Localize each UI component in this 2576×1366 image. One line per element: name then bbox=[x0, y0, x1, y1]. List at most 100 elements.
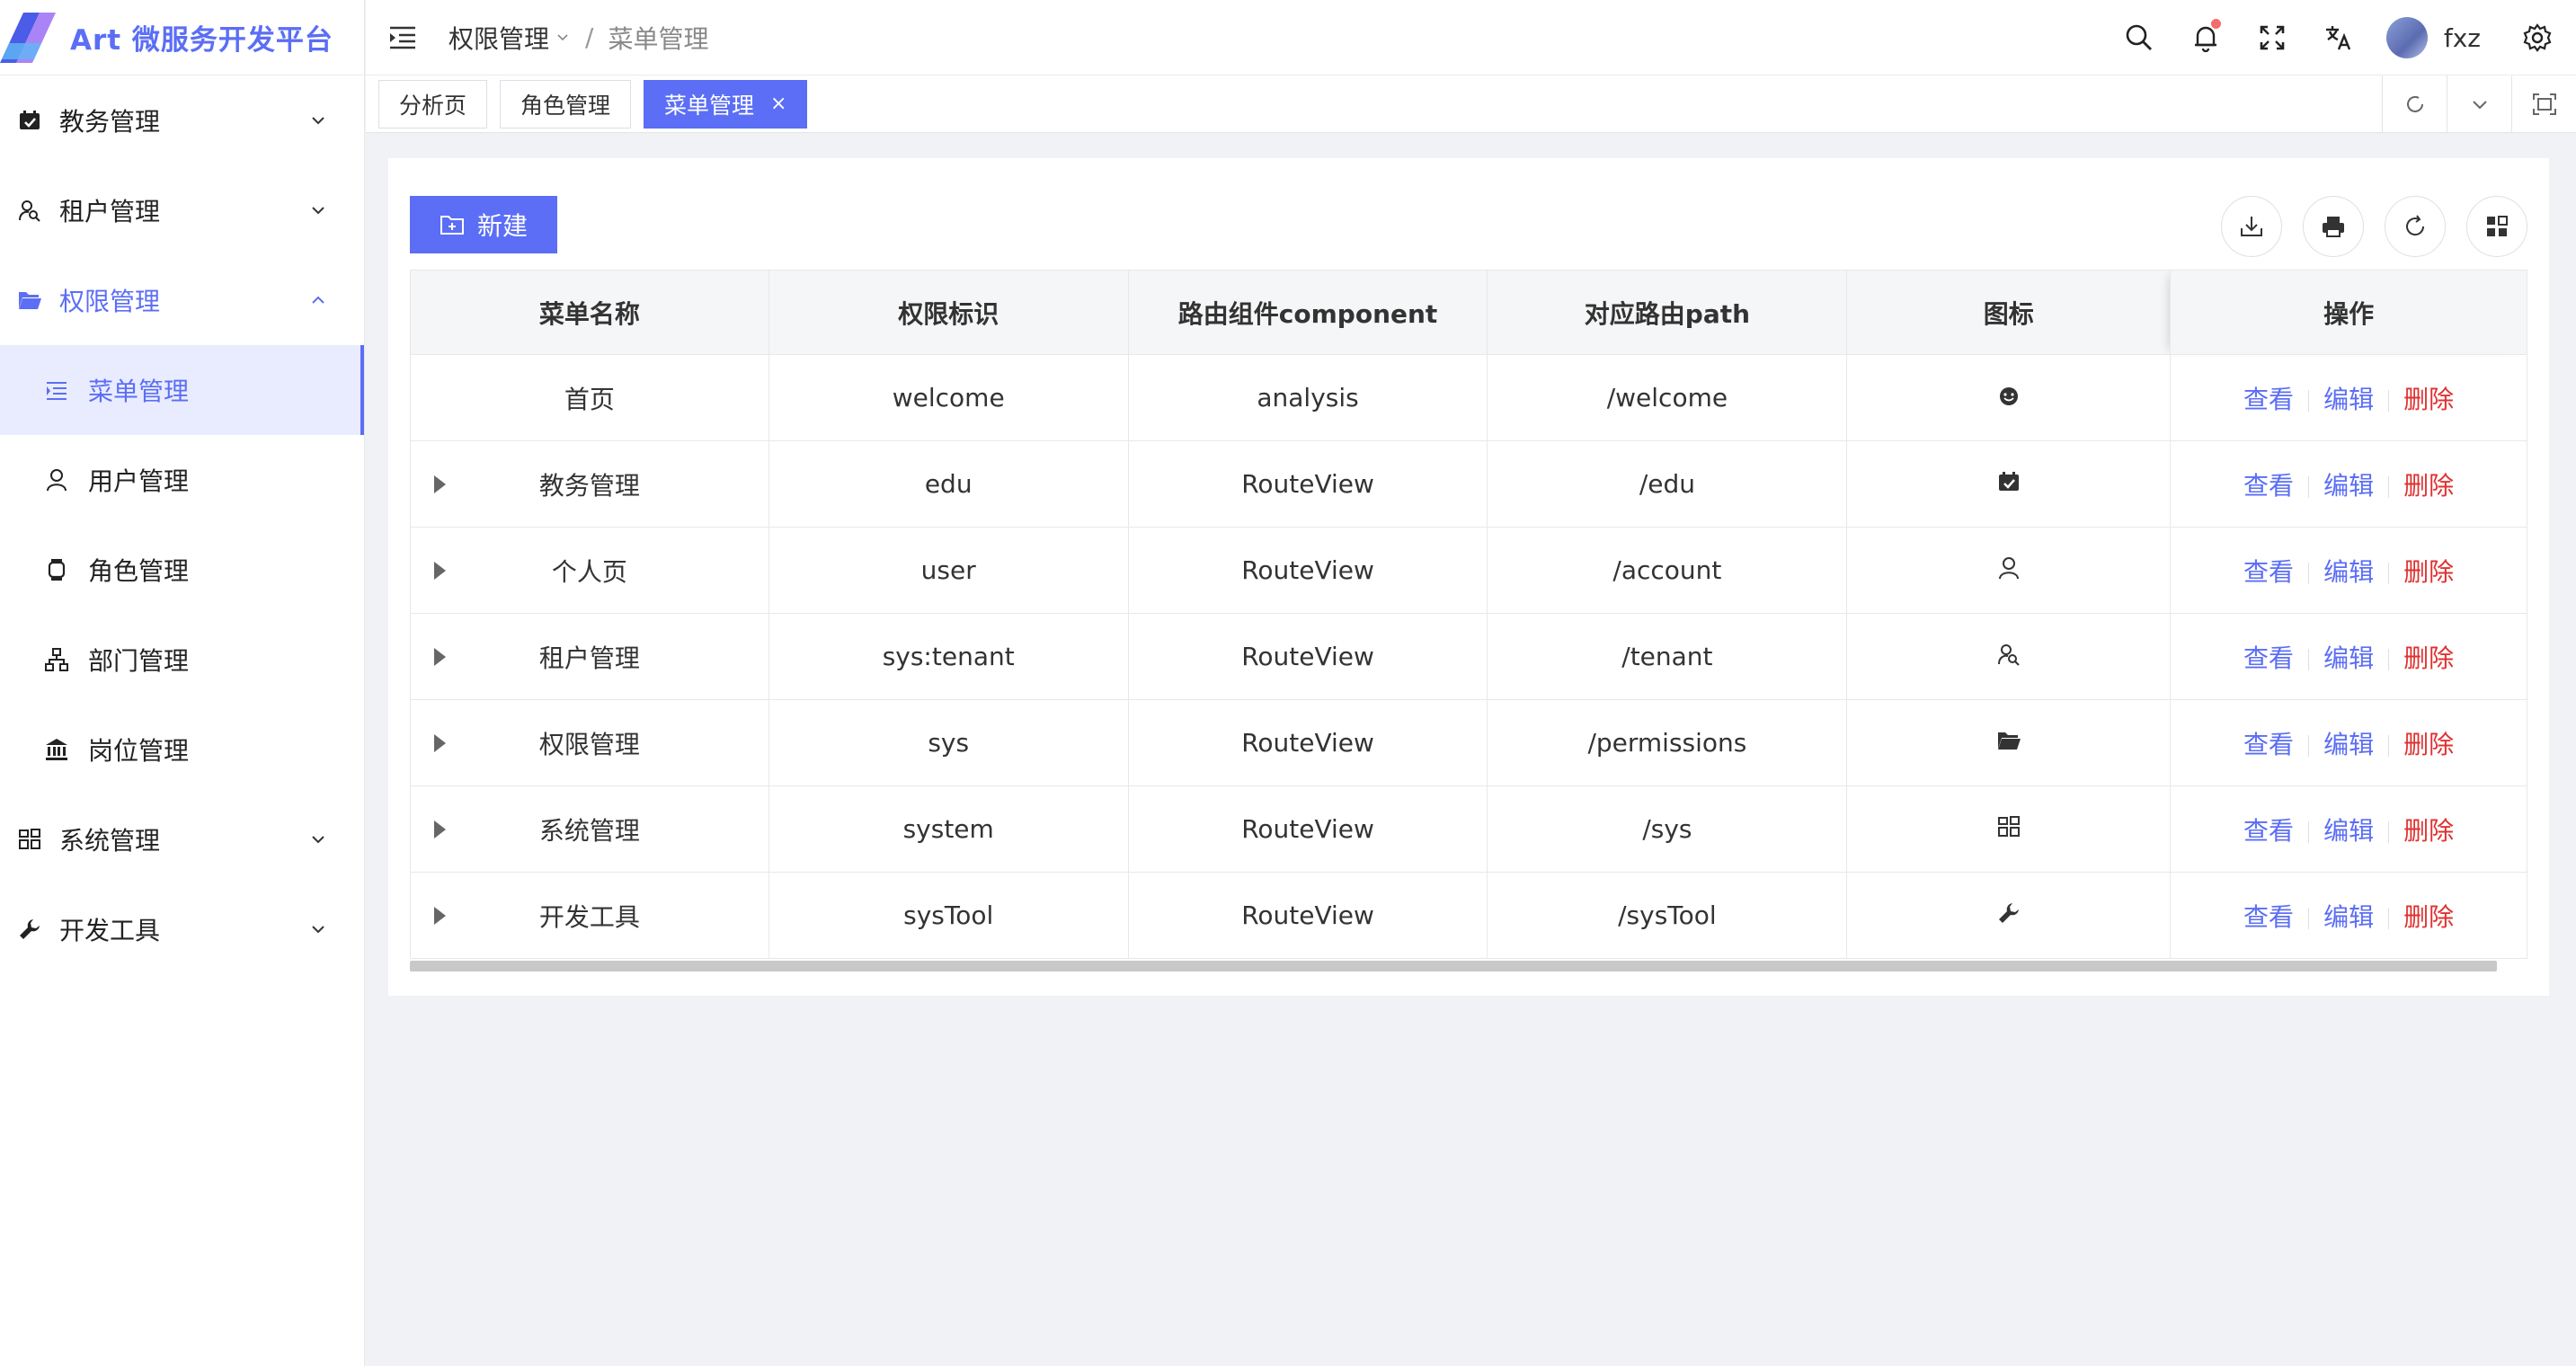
bank-icon bbox=[43, 736, 70, 763]
language-button[interactable] bbox=[2320, 19, 2358, 57]
table-body: 首页 welcome analysis /welcome 查看 编辑 删除 教务管理… bbox=[410, 354, 2527, 959]
path-cell: /welcome bbox=[1487, 354, 1848, 441]
icon-cell bbox=[1846, 354, 2172, 441]
path-cell: /account bbox=[1487, 527, 1848, 614]
username[interactable]: fxz bbox=[2444, 23, 2481, 53]
menu-fold-icon bbox=[390, 26, 415, 49]
breadcrumb-item[interactable]: 权限管理 bbox=[449, 20, 549, 56]
tab-analysis[interactable]: 分析页 bbox=[378, 79, 488, 129]
delete-link[interactable]: 删除 bbox=[2403, 816, 2454, 846]
view-link[interactable]: 查看 bbox=[2243, 643, 2294, 673]
tab-label: 菜单管理 bbox=[664, 92, 755, 119]
tab-roles[interactable]: 角色管理 bbox=[500, 79, 632, 129]
search-button[interactable] bbox=[2120, 19, 2158, 57]
table-row: 教务管理 edu RouteView /edu 查看 编辑 删除 bbox=[410, 440, 2527, 528]
view-link[interactable]: 查看 bbox=[2243, 902, 2294, 932]
expand-row-icon[interactable] bbox=[434, 475, 446, 493]
fullscreen-button[interactable] bbox=[2253, 19, 2291, 57]
menu-name: 租户管理 bbox=[538, 643, 640, 673]
icon-cell bbox=[1846, 440, 2172, 528]
edit-link[interactable]: 编辑 bbox=[2323, 557, 2374, 587]
user-search-icon bbox=[16, 197, 43, 224]
chevron-down-icon bbox=[312, 926, 324, 934]
chevron-down-icon[interactable] bbox=[555, 30, 571, 46]
component-cell: RouteView bbox=[1127, 527, 1488, 614]
notification-dot bbox=[2210, 19, 2221, 29]
settings-button[interactable] bbox=[2518, 19, 2556, 57]
sidebar-item-roles[interactable]: 角色管理 bbox=[0, 525, 364, 615]
sidebar-item-permissions[interactable]: 权限管理 bbox=[0, 255, 364, 345]
component-cell: RouteView bbox=[1127, 613, 1488, 700]
tab-fullscreen-button[interactable] bbox=[2511, 75, 2576, 133]
path-cell: /edu bbox=[1487, 440, 1848, 528]
sidebar-item-menu-mgmt[interactable]: 菜单管理 bbox=[0, 345, 364, 435]
sidebar-item-edu[interactable]: 教务管理 bbox=[0, 75, 364, 165]
menu-name: 系统管理 bbox=[538, 815, 640, 846]
delete-link[interactable]: 删除 bbox=[2403, 471, 2454, 501]
menu-list-icon bbox=[43, 377, 70, 404]
delete-link[interactable]: 删除 bbox=[2403, 730, 2454, 759]
horizontal-scrollbar[interactable] bbox=[410, 961, 2497, 971]
expand-row-icon[interactable] bbox=[434, 733, 446, 752]
sidebar-item-tenant[interactable]: 租户管理 bbox=[0, 165, 364, 255]
sidebar-item-devtools[interactable]: 开发工具 bbox=[0, 884, 364, 974]
edit-link[interactable]: 编辑 bbox=[2323, 385, 2374, 414]
column-setting-button[interactable] bbox=[2466, 196, 2527, 257]
avatar[interactable] bbox=[2385, 17, 2428, 58]
expand-row-icon[interactable] bbox=[434, 561, 446, 580]
menu-name: 教务管理 bbox=[538, 470, 640, 501]
actions-cell: 查看 编辑 删除 bbox=[2170, 699, 2527, 786]
calendar-check-icon bbox=[16, 107, 43, 134]
close-icon[interactable]: × bbox=[770, 93, 786, 115]
expand-row-icon[interactable] bbox=[434, 820, 446, 838]
tabs-dropdown-button[interactable] bbox=[2447, 75, 2511, 133]
edit-link[interactable]: 编辑 bbox=[2323, 902, 2374, 932]
view-link[interactable]: 查看 bbox=[2243, 471, 2294, 501]
view-link[interactable]: 查看 bbox=[2243, 816, 2294, 846]
path-cell: /sysTool bbox=[1487, 872, 1848, 959]
delete-link[interactable]: 删除 bbox=[2403, 643, 2454, 673]
notification-button[interactable] bbox=[2187, 19, 2225, 57]
edit-link[interactable]: 编辑 bbox=[2323, 816, 2374, 846]
icon-cell bbox=[1846, 613, 2172, 700]
chevron-down-icon bbox=[312, 207, 324, 215]
sidebar-item-system[interactable]: 系统管理 bbox=[0, 794, 364, 884]
edit-link[interactable]: 编辑 bbox=[2323, 730, 2374, 759]
sidebar-item-posts[interactable]: 岗位管理 bbox=[0, 705, 364, 794]
logo-area[interactable]: Art 微服务开发平台 bbox=[0, 0, 364, 75]
view-link[interactable]: 查看 bbox=[2243, 385, 2294, 414]
column-header: 对应路由path bbox=[1487, 270, 1848, 355]
view-link[interactable]: 查看 bbox=[2243, 730, 2294, 759]
refresh-button[interactable] bbox=[2385, 196, 2446, 257]
edit-link[interactable]: 编辑 bbox=[2323, 471, 2374, 501]
folder-open-icon bbox=[16, 287, 43, 314]
menu-fold-button[interactable] bbox=[384, 19, 422, 57]
expand-row-icon[interactable] bbox=[434, 906, 446, 925]
print-button[interactable] bbox=[2303, 196, 2364, 257]
breadcrumb: 权限管理 / 菜单管理 bbox=[449, 20, 708, 56]
delete-link[interactable]: 删除 bbox=[2403, 902, 2454, 932]
reload-tab-button[interactable] bbox=[2382, 75, 2447, 133]
export-button[interactable] bbox=[2221, 196, 2282, 257]
column-header: 菜单名称 bbox=[410, 270, 769, 355]
permission-cell: user bbox=[768, 527, 1129, 614]
sidebar-item-users[interactable]: 用户管理 bbox=[0, 435, 364, 525]
refresh-icon bbox=[2406, 215, 2425, 236]
menu-name-cell: 系统管理 bbox=[410, 785, 769, 873]
table-row: 开发工具 sysTool RouteView /sysTool 查看 编辑 删除 bbox=[410, 872, 2527, 959]
delete-link[interactable]: 删除 bbox=[2403, 385, 2454, 414]
divider bbox=[2388, 648, 2390, 670]
tab-menu-mgmt[interactable]: 菜单管理 × bbox=[644, 79, 808, 129]
delete-link[interactable]: 删除 bbox=[2403, 557, 2454, 587]
sidebar-item-label: 岗位管理 bbox=[88, 736, 190, 766]
add-menu-button[interactable]: 新建 bbox=[410, 196, 557, 253]
permission-cell: sysTool bbox=[768, 872, 1129, 959]
edit-link[interactable]: 编辑 bbox=[2323, 643, 2374, 673]
sidebar-item-departments[interactable]: 部门管理 bbox=[0, 615, 364, 705]
view-link[interactable]: 查看 bbox=[2243, 557, 2294, 587]
download-icon bbox=[2241, 217, 2262, 236]
fullscreen-icon bbox=[2260, 25, 2285, 50]
table-tools bbox=[2200, 196, 2527, 257]
add-menu-label: 新建 bbox=[476, 212, 528, 240]
expand-row-icon[interactable] bbox=[434, 647, 446, 666]
